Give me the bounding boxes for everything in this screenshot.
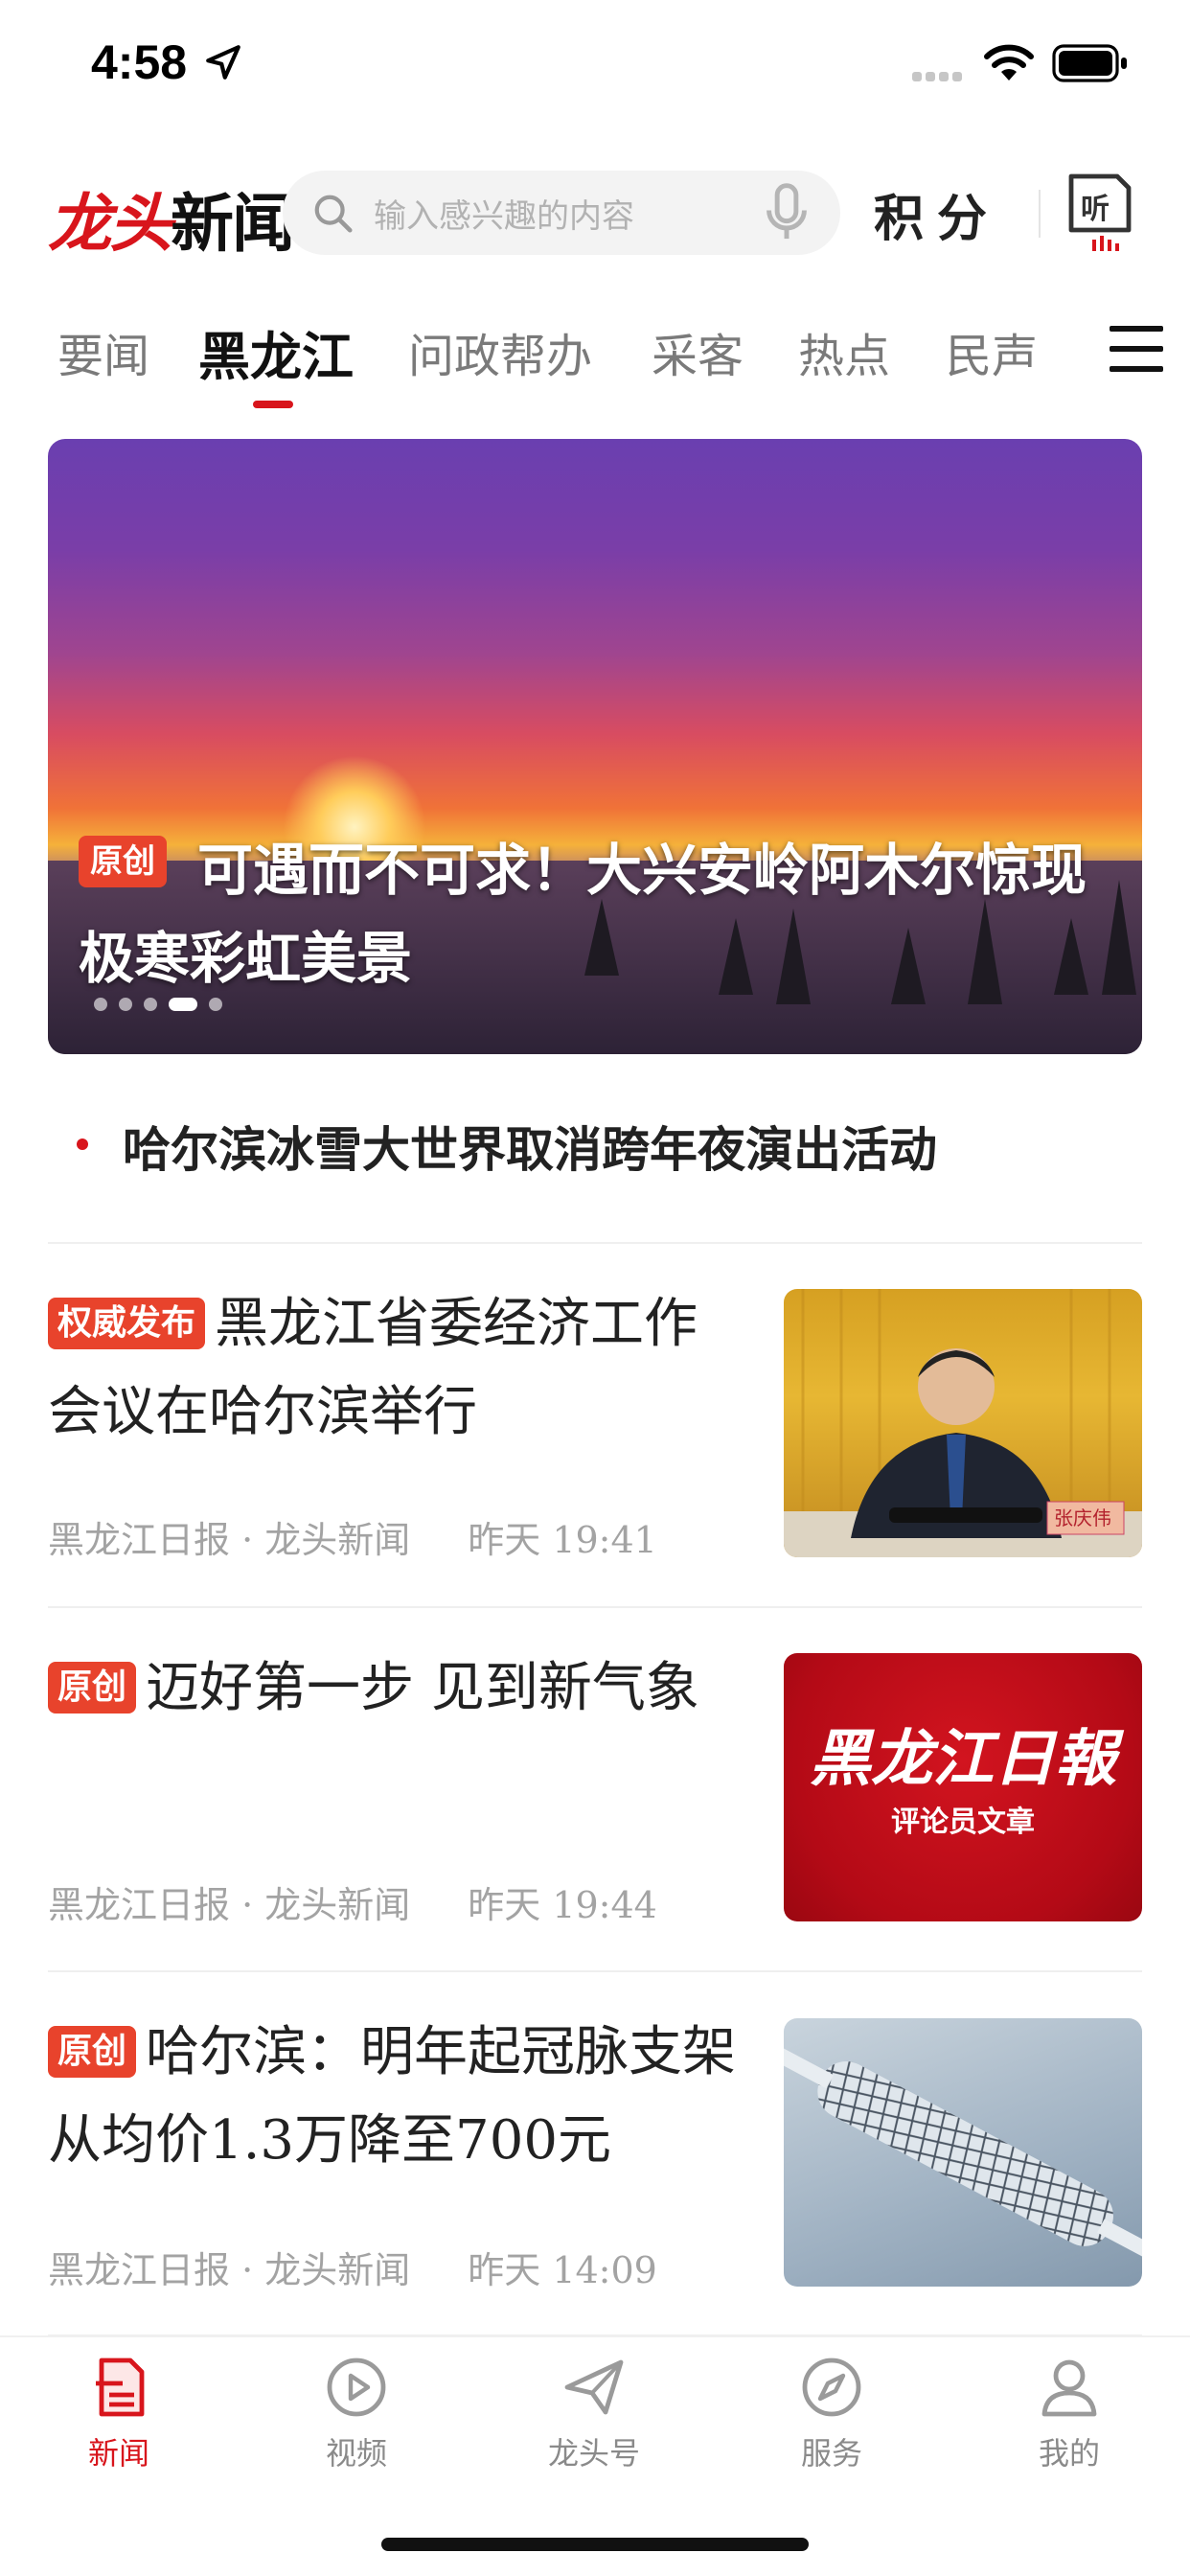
tab-minsheng[interactable]: 民声 [946,318,1038,385]
news-item-meta: 黑龙江日报 · 龙头新闻 昨天 19:41 [48,1519,657,1561]
header-divider [1039,190,1041,238]
thumbnail-masthead: 黑龙江日報 [810,1723,1125,1795]
paper-plane-icon [564,2359,624,2415]
news-item-title[interactable]: 原创 哈尔滨：明年起冠脉支架从均价1.3万降至700元 [48,2009,738,2185]
menu-icon[interactable] [1110,326,1163,372]
audio-listen-icon[interactable]: 听 [1064,172,1133,253]
news-item-thumbnail[interactable]: 黑龙江日報 评论员文章 [784,1653,1142,1921]
nav-label: 龙头号 [547,2435,640,2472]
nav-longtouhao[interactable]: 龙头号 [517,2353,671,2473]
carousel-indicator [94,997,234,1015]
news-item-thumbnail[interactable]: 张庆伟 [784,1289,1142,1557]
wifi-icon [984,44,1034,80]
news-item-thumbnail[interactable] [784,2018,1142,2287]
nav-label: 我的 [1038,2435,1100,2472]
bottom-nav-border [0,2335,1190,2337]
tab-wenzheng[interactable]: 问政帮办 [408,318,592,385]
search-placeholder: 输入感兴趣的内容 [374,197,634,236]
tab-heilongjiang[interactable]: 黑龙江 [198,314,354,390]
news-tag: 原创 [48,1662,137,1714]
nav-video[interactable]: 视频 [280,2353,433,2473]
battery-icon [1052,44,1127,82]
headline-bullet [77,1138,88,1150]
nav-label: 视频 [325,2435,387,2472]
nav-mine[interactable]: 我的 [993,2353,1146,2473]
hero-title[interactable]: 可遇而不可求！大兴安岭阿木尔惊现极寒彩虹美景 [79,826,1113,1002]
divider [48,1970,1142,1972]
news-tag: 原创 [48,2026,137,2078]
tab-yaowen[interactable]: 要闻 [57,318,149,385]
news-item-title[interactable]: 权威发布 黑龙江省委经济工作会议在哈尔滨举行 [48,1280,738,1457]
news-tag: 权威发布 [48,1298,206,1349]
nav-label: 新闻 [87,2435,149,2472]
nav-service[interactable]: 服务 [755,2353,908,2473]
microphone-icon[interactable] [762,182,812,243]
status-time: 4:58 [91,35,188,89]
app-logo: 龙头新闻 [48,186,295,261]
tab-indicator [253,401,293,408]
divider [48,1606,1142,1608]
headline-link[interactable]: 哈尔滨冰雪大世界取消跨年夜演出活动 [123,1112,937,1181]
news-icon [96,2358,145,2417]
news-item-title[interactable]: 原创 迈好第一步 见到新气象 [48,1644,738,1733]
tab-caike[interactable]: 采客 [652,318,744,385]
svg-text:听: 听 [1081,193,1110,226]
divider [48,1242,1142,1244]
news-item-meta: 黑龙江日报 · 龙头新闻 昨天 19:44 [48,1884,657,1926]
thumbnail-subtitle: 评论员文章 [891,1806,1035,1839]
cellular-signal-icon [912,67,966,85]
compass-icon [802,2358,861,2417]
nav-news[interactable]: 新闻 [42,2353,195,2473]
profile-icon [1041,2359,1097,2417]
thumbnail-nameplate: 张庆伟 [1054,1506,1111,1530]
video-icon [327,2358,386,2417]
points-button[interactable]: 积分 [874,178,1000,250]
nav-label: 服务 [800,2435,862,2472]
home-indicator[interactable] [381,2538,809,2551]
search-icon [314,195,353,233]
news-item-meta: 黑龙江日报 · 龙头新闻 昨天 14:09 [48,2249,657,2291]
tab-redian[interactable]: 热点 [798,318,890,385]
location-arrow-icon [206,45,240,80]
